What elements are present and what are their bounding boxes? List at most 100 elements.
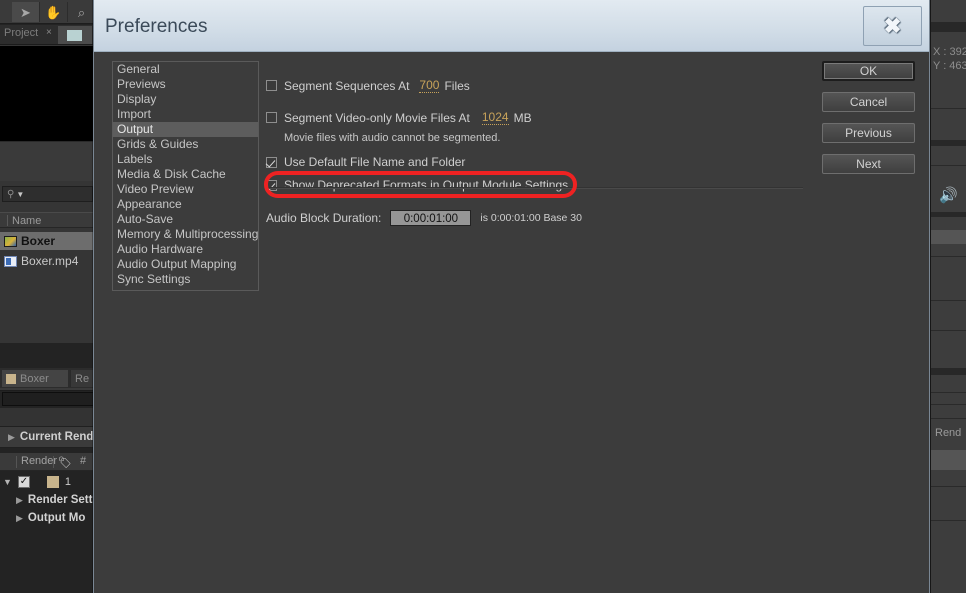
audio-block-duration-input[interactable]: 0:00:01:00 xyxy=(390,210,472,226)
hand-tool-icon[interactable]: ✋ xyxy=(40,2,68,22)
sidebar-item-audio-hardware[interactable]: Audio Hardware xyxy=(113,242,258,257)
output-settings-pane: Segment Sequences At 700 Files Segment V… xyxy=(266,52,826,593)
disclosure-triangle-icon[interactable]: ▶ xyxy=(16,513,23,524)
sidebar-item-sync-settings[interactable]: Sync Settings xyxy=(113,272,258,287)
row-number: 1 xyxy=(64,476,72,488)
table-row[interactable]: ▶ Output Mo xyxy=(0,509,95,527)
sidebar-item-display[interactable]: Display xyxy=(113,92,258,107)
column-divider xyxy=(53,456,54,468)
dialog-body: General Previews Display Import Output G… xyxy=(94,52,929,593)
sidebar-item-auto-save[interactable]: Auto-Save xyxy=(113,212,258,227)
panel-divider xyxy=(931,368,966,375)
segment-video-only-unit: MB xyxy=(513,110,532,125)
segment-sequences-unit: Files xyxy=(444,78,470,93)
close-icon[interactable]: × xyxy=(46,27,52,38)
sidebar-item-labels[interactable]: Labels xyxy=(113,152,258,167)
category-list[interactable]: General Previews Display Import Output G… xyxy=(112,61,259,291)
sidebar-item-import[interactable]: Import xyxy=(113,107,258,122)
previous-button[interactable]: Previous xyxy=(822,123,915,143)
list-item[interactable]: Boxer.mp4 xyxy=(0,252,95,270)
search-input[interactable]: ⚲ ▼ xyxy=(2,186,93,202)
sidebar-item-general[interactable]: General xyxy=(113,62,258,77)
sidebar-item-appearance[interactable]: Appearance xyxy=(113,197,258,212)
comp-tab-bar: Boxer Re xyxy=(0,368,110,388)
current-render-header[interactable]: ▶ Current Rend xyxy=(0,426,95,448)
zoom-tool-icon[interactable]: ⌕ xyxy=(68,2,96,22)
sidebar-item-output[interactable]: Output xyxy=(113,122,258,137)
tab-swatch[interactable] xyxy=(58,26,92,44)
current-render-label: Current Rend xyxy=(19,431,94,443)
project-info-area xyxy=(0,141,95,181)
show-deprecated-formats-row[interactable]: Show Deprecated Formats in Output Module… xyxy=(266,178,568,192)
label-color-swatch[interactable] xyxy=(46,476,59,488)
column-divider xyxy=(16,456,17,468)
segment-video-only-row[interactable]: Segment Video-only Movie Files At 1024 M… xyxy=(266,110,532,125)
column-divider xyxy=(7,215,8,226)
segment-sequences-label: Segment Sequences At xyxy=(284,78,410,93)
preferences-dialog: Preferences ✖ General Previews Display I… xyxy=(93,0,930,593)
panel-divider xyxy=(931,22,966,32)
segment-video-only-value[interactable]: 1024 xyxy=(481,110,509,125)
panel-divider xyxy=(931,212,966,217)
footage-icon xyxy=(4,255,17,267)
chevron-down-icon[interactable]: ▼ xyxy=(16,190,24,199)
comp-timeline-strip xyxy=(2,392,95,406)
close-icon: ✖ xyxy=(883,14,902,38)
composition-icon xyxy=(4,235,17,247)
speaker-icon[interactable]: 🔊 xyxy=(939,186,958,204)
list-item-label: Boxer.mp4 xyxy=(21,254,79,268)
segment-video-only-label: Segment Video-only Movie Files At xyxy=(284,110,470,125)
use-default-file-name-row[interactable]: Use Default File Name and Folder xyxy=(266,155,465,169)
panel-divider xyxy=(931,230,966,244)
audio-block-duration-label: Audio Block Duration: xyxy=(266,211,382,225)
panel-divider xyxy=(931,450,966,470)
comp-swatch-icon xyxy=(6,373,16,384)
audio-block-duration-info: is 0:00:01:00 Base 30 xyxy=(480,212,582,224)
tab-label: Re xyxy=(75,372,90,385)
use-default-file-name-checkbox[interactable] xyxy=(266,156,277,168)
segment-sequences-row[interactable]: Segment Sequences At 700 Files xyxy=(266,78,470,93)
render-button-label[interactable]: Rend xyxy=(935,427,961,439)
ok-button[interactable]: OK xyxy=(822,61,915,81)
selection-tool-icon[interactable]: ➤ xyxy=(12,2,40,22)
use-default-file-name-label: Use Default File Name and Folder xyxy=(284,155,466,169)
disclosure-triangle-icon[interactable]: ▶ xyxy=(8,432,15,443)
cancel-button[interactable]: Cancel xyxy=(822,92,915,112)
render-settings-label: Render Sett xyxy=(27,494,93,506)
table-row[interactable]: ▶ Render Sett xyxy=(0,491,95,509)
column-header-hash: # xyxy=(80,455,87,467)
disclosure-triangle-icon[interactable]: ▶ xyxy=(16,495,23,506)
segment-sequences-checkbox[interactable] xyxy=(266,80,277,91)
sidebar-item-media-disk-cache[interactable]: Media & Disk Cache xyxy=(113,167,258,182)
sidebar-item-video-preview[interactable]: Video Preview xyxy=(113,182,258,197)
segment-video-only-checkbox[interactable] xyxy=(266,112,277,123)
sidebar-item-audio-output-mapping[interactable]: Audio Output Mapping xyxy=(113,257,258,272)
column-header-render: Render xyxy=(21,455,58,467)
page-title: Preferences xyxy=(105,16,208,37)
segment-sequences-value[interactable]: 700 xyxy=(419,78,440,93)
panel-divider xyxy=(931,140,966,146)
project-preview-thumbnail xyxy=(0,46,95,141)
label-tag-icon: 🏷 xyxy=(58,457,72,469)
tab-label: Boxer xyxy=(20,372,49,385)
sidebar-item-memory-multiprocessing[interactable]: Memory & Multiprocessing xyxy=(113,227,258,242)
sidebar-item-grids-guides[interactable]: Grids & Guides xyxy=(113,137,258,152)
dialog-buttons: OK Cancel Previous Next xyxy=(822,61,915,185)
tab-boxer[interactable]: Boxer xyxy=(2,370,68,387)
disclosure-triangle-icon[interactable]: ▼ xyxy=(3,477,12,487)
dialog-title-bar[interactable]: Preferences ✖ xyxy=(94,0,929,52)
list-item[interactable]: Boxer xyxy=(0,232,95,250)
section-divider xyxy=(266,187,803,189)
close-button[interactable]: ✖ xyxy=(863,6,922,46)
comp-panel-body xyxy=(0,408,95,426)
table-row[interactable]: ▼ ✓ 1 xyxy=(0,473,95,491)
cursor-x-coordinate: X : 392 xyxy=(933,46,966,58)
cursor-y-coordinate: Y : 463 xyxy=(933,60,966,72)
render-checkbox[interactable]: ✓ xyxy=(17,476,30,488)
render-queue-column-header: Render 🏷 # xyxy=(0,453,95,471)
sidebar-item-previews[interactable]: Previews xyxy=(113,77,258,92)
next-button[interactable]: Next xyxy=(822,154,915,174)
audio-block-duration-row[interactable]: Audio Block Duration: 0:00:01:00 is 0:00… xyxy=(266,210,582,226)
tab-project[interactable]: Project xyxy=(4,27,38,39)
list-item-label: Boxer xyxy=(21,234,56,248)
